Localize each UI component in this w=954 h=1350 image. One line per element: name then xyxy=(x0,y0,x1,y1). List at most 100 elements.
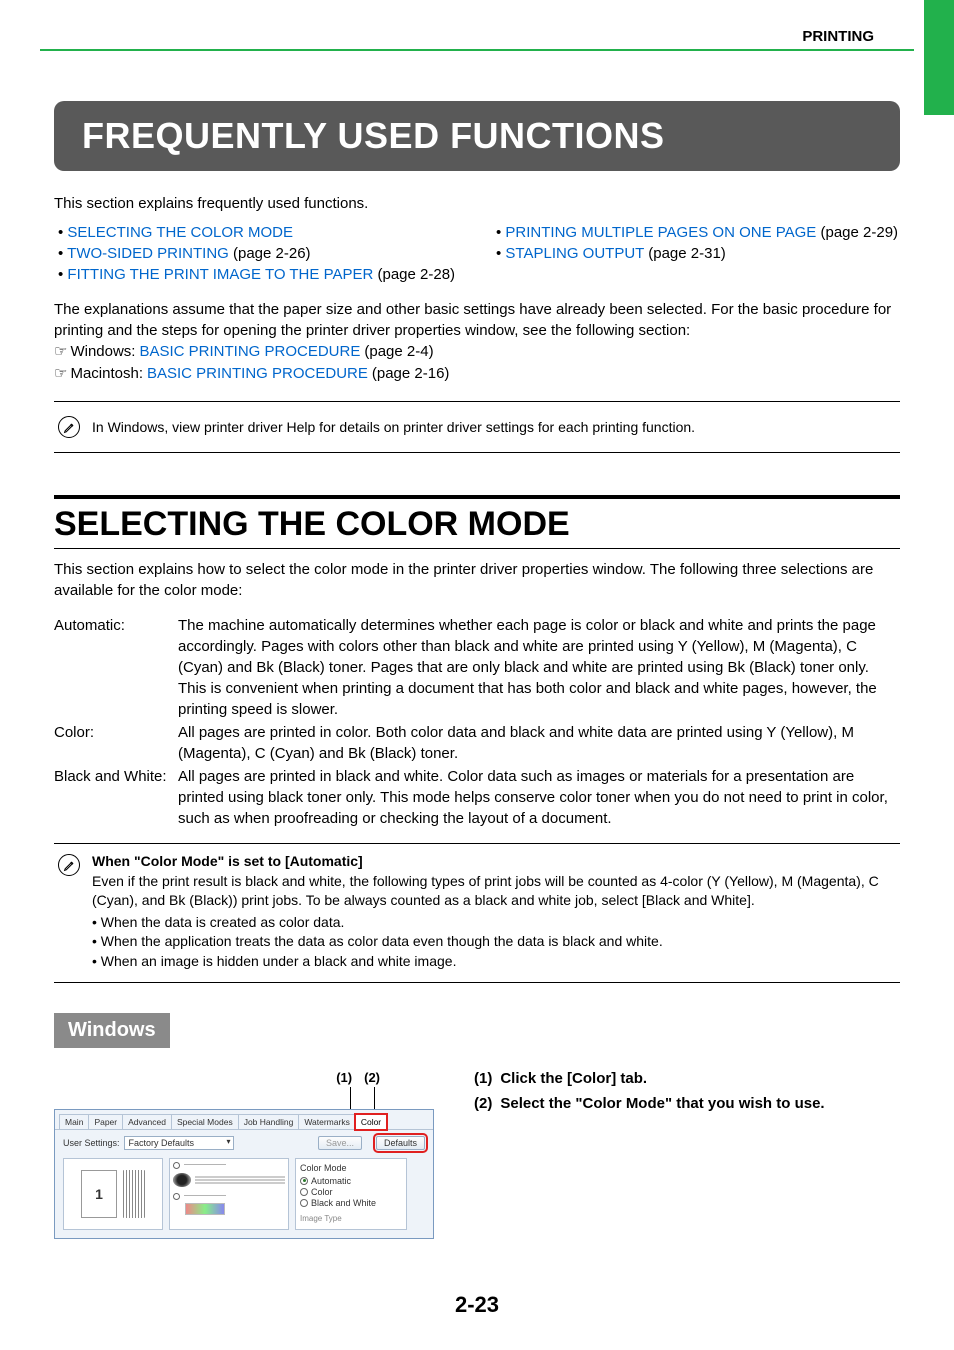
tab-job-handling[interactable]: Job Handling xyxy=(238,1114,300,1129)
defaults-button[interactable]: Defaults xyxy=(376,1136,425,1150)
radio-label: Automatic xyxy=(311,1176,351,1186)
link[interactable]: STAPLING OUTPUT xyxy=(505,245,644,262)
pointer-icon: ☞ xyxy=(54,364,66,385)
definition-term: Automatic: xyxy=(54,615,178,720)
callout-lines xyxy=(54,1087,434,1109)
step-number: (1) xyxy=(474,1070,492,1087)
radio-color[interactable]: Color xyxy=(300,1187,402,1197)
link[interactable]: FITTING THE PRINT IMAGE TO THE PAPER xyxy=(67,266,373,283)
settings-row: User Settings: Factory Defaults Save... … xyxy=(55,1130,433,1156)
tab-color[interactable]: Color xyxy=(355,1114,387,1130)
binder-graphic xyxy=(123,1170,145,1218)
steps-list: (1) Click the [Color] tab. (2) Select th… xyxy=(474,1070,900,1239)
step-1: (1) Click the [Color] tab. xyxy=(474,1070,900,1087)
tab-special-modes[interactable]: Special Modes xyxy=(171,1114,239,1129)
color-mode-panel: Color Mode Automatic Color Black and Whi… xyxy=(295,1158,407,1230)
windows-tag: Windows xyxy=(54,1013,170,1048)
color-mode-title: Color Mode xyxy=(300,1163,402,1173)
link-suffix: (page 2-31) xyxy=(644,245,726,262)
note-box: When "Color Mode" is set to [Automatic] … xyxy=(54,843,900,983)
callout-label: (1) xyxy=(336,1070,352,1085)
link-suffix: (page 2-4) xyxy=(364,341,433,362)
options-panel: ——————— ——————— xyxy=(169,1158,289,1230)
radio-label: Black and White xyxy=(311,1198,376,1208)
radio-icon xyxy=(300,1199,308,1207)
link[interactable]: TWO-SIDED PRINTING xyxy=(67,245,229,262)
link[interactable]: PRINTING MULTIPLE PAGES ON ONE PAGE xyxy=(505,224,816,241)
link-columns: SELECTING THE COLOR MODE TWO-SIDED PRINT… xyxy=(54,222,900,285)
link-suffix: (page 2-16) xyxy=(372,363,450,384)
tab-watermarks[interactable]: Watermarks xyxy=(298,1114,356,1129)
definition-row: Automatic: The machine automatically det… xyxy=(54,615,900,720)
step-text: Click the [Color] tab. xyxy=(500,1070,647,1087)
assumption-text: The explanations assume that the paper s… xyxy=(54,299,900,341)
step-text: Select the "Color Mode" that you wish to… xyxy=(500,1095,824,1112)
page-title-bar: FREQUENTLY USED FUNCTIONS xyxy=(54,101,900,171)
printer-dialog: Main Paper Advanced Special Modes Job Ha… xyxy=(54,1109,434,1239)
list-item: SELECTING THE COLOR MODE xyxy=(58,222,462,243)
note-text: In Windows, view printer driver Help for… xyxy=(92,419,695,435)
dialog-figure: (1) (2) Main Paper Advanced Special Mode… xyxy=(54,1070,434,1239)
note-title: When "Color Mode" is set to [Automatic] xyxy=(92,852,896,872)
list-item: PRINTING MULTIPLE PAGES ON ONE PAGE (pag… xyxy=(496,222,900,243)
link[interactable]: BASIC PRINTING PROCEDURE xyxy=(147,363,368,384)
assumption-block: The explanations assume that the paper s… xyxy=(54,299,900,385)
note-sublist: When the data is created as color data. … xyxy=(92,913,896,972)
list-item: STAPLING OUTPUT (page 2-31) xyxy=(496,243,900,264)
radio-icon xyxy=(300,1177,308,1185)
pencil-icon xyxy=(58,854,80,876)
list-item: When the application treats the data as … xyxy=(92,932,896,952)
link[interactable]: BASIC PRINTING PROCEDURE xyxy=(139,341,360,362)
header-rule xyxy=(40,49,914,51)
list-item: When the data is created as color data. xyxy=(92,913,896,933)
image-type-label: Image Type xyxy=(300,1214,402,1223)
tabs-row: Main Paper Advanced Special Modes Job Ha… xyxy=(55,1110,433,1130)
user-settings-label: User Settings: xyxy=(63,1138,120,1148)
link-list-right: PRINTING MULTIPLE PAGES ON ONE PAGE (pag… xyxy=(492,222,900,264)
definition-desc: All pages are printed in color. Both col… xyxy=(178,722,900,764)
note-body: Even if the print result is black and wh… xyxy=(92,872,896,911)
callout-label: (2) xyxy=(364,1070,380,1085)
page-thumb: 1 xyxy=(81,1170,117,1218)
link-suffix: (page 2-29) xyxy=(816,224,898,241)
os-prefix: Windows: xyxy=(70,341,135,362)
definition-desc: The machine automatically determines whe… xyxy=(178,615,900,720)
note-box: In Windows, view printer driver Help for… xyxy=(54,401,900,453)
panel-row: 1 ——————— xyxy=(55,1156,433,1238)
tab-advanced[interactable]: Advanced xyxy=(122,1114,172,1129)
list-item: When an image is hidden under a black an… xyxy=(92,952,896,972)
list-item: TWO-SIDED PRINTING (page 2-26) xyxy=(58,243,462,264)
link-suffix: (page 2-26) xyxy=(229,245,311,262)
section-heading: SELECTING THE COLOR MODE xyxy=(54,495,900,549)
step-number: (2) xyxy=(474,1095,492,1112)
page-number: 2-23 xyxy=(0,1292,954,1318)
definition-row: Black and White: All pages are printed i… xyxy=(54,766,900,829)
procedure-row: (1) (2) Main Paper Advanced Special Mode… xyxy=(54,1070,900,1239)
step-2: (2) Select the "Color Mode" that you wis… xyxy=(474,1095,900,1112)
tab-paper[interactable]: Paper xyxy=(88,1114,123,1129)
section-intro: This section explains how to select the … xyxy=(54,559,900,601)
page-title: FREQUENTLY USED FUNCTIONS xyxy=(82,115,872,157)
link-suffix: (page 2-28) xyxy=(373,266,455,283)
link[interactable]: SELECTING THE COLOR MODE xyxy=(67,224,293,241)
list-item: FITTING THE PRINT IMAGE TO THE PAPER (pa… xyxy=(58,264,462,285)
definition-term: Black and White: xyxy=(54,766,178,829)
intro-text: This section explains frequently used fu… xyxy=(54,195,900,212)
radio-automatic[interactable]: Automatic xyxy=(300,1176,402,1186)
link-list-left: SELECTING THE COLOR MODE TWO-SIDED PRINT… xyxy=(54,222,462,285)
preview-panel: 1 xyxy=(63,1158,163,1230)
header-section-label: PRINTING xyxy=(40,28,914,45)
edge-tab xyxy=(924,0,954,115)
save-button[interactable]: Save... xyxy=(318,1136,362,1150)
pencil-icon xyxy=(58,416,80,438)
definition-term: Color: xyxy=(54,722,178,764)
tab-main[interactable]: Main xyxy=(59,1114,89,1129)
os-prefix: Macintosh: xyxy=(70,363,143,384)
radio-bw[interactable]: Black and White xyxy=(300,1198,402,1208)
user-settings-dropdown[interactable]: Factory Defaults xyxy=(124,1136,234,1150)
definition-row: Color: All pages are printed in color. B… xyxy=(54,722,900,764)
radio-label: Color xyxy=(311,1187,333,1197)
page-header: PRINTING xyxy=(0,0,954,51)
definition-desc: All pages are printed in black and white… xyxy=(178,766,900,829)
radio-icon xyxy=(300,1188,308,1196)
